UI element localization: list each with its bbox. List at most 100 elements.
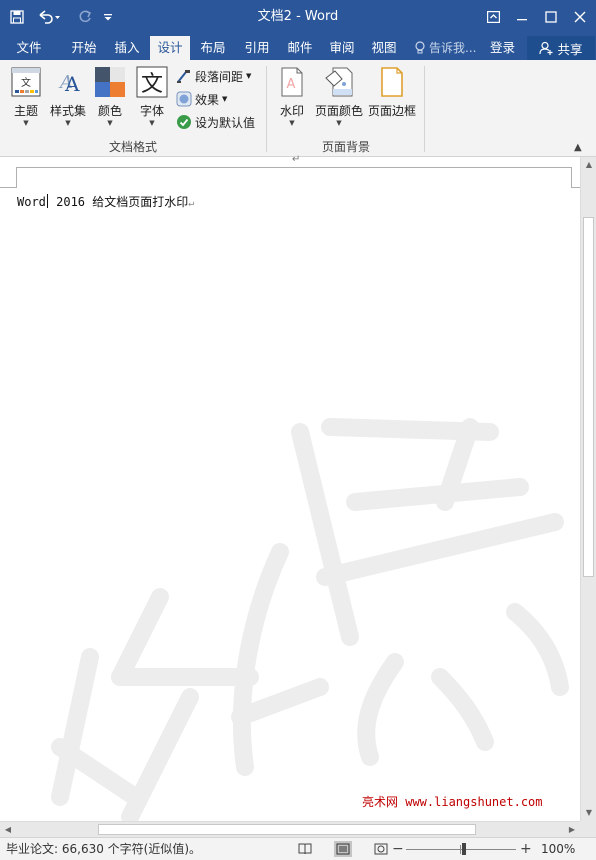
group-divider xyxy=(424,66,425,152)
redo-icon[interactable] xyxy=(74,0,96,33)
tab-references[interactable]: 引用 xyxy=(236,36,278,60)
fonts-label: 字体 xyxy=(139,104,164,118)
title-bar: 文档2 - Word xyxy=(0,0,596,33)
zoom-out-button[interactable]: − xyxy=(392,838,404,860)
collapse-ribbon-icon[interactable]: ▲ xyxy=(574,142,582,153)
web-layout-button[interactable] xyxy=(372,841,390,857)
style-set-icon: AA xyxy=(58,72,80,96)
colors-button[interactable]: 颜色 ▼ xyxy=(92,66,128,128)
paragraph-spacing-button[interactable]: 段落间距 ▼ xyxy=(176,66,251,86)
themes-icon: 文 xyxy=(11,67,41,97)
colors-label: 颜色 xyxy=(97,104,122,118)
zoom-slider-center-tick xyxy=(460,845,461,854)
chevron-down-icon: ▼ xyxy=(246,72,252,80)
chevron-down-icon: ▼ xyxy=(107,119,113,127)
svg-text:文: 文 xyxy=(21,76,31,89)
vertical-scroll-thumb[interactable] xyxy=(583,217,594,577)
text-before-cursor: Word xyxy=(17,195,46,209)
watermark-graphic xyxy=(51,418,569,821)
svg-text:文: 文 xyxy=(141,72,163,97)
vertical-scrollbar[interactable]: ▲ ▼ xyxy=(580,157,596,821)
fonts-button[interactable]: 文 字体 ▼ xyxy=(134,66,170,128)
crop-mark xyxy=(0,187,17,188)
share-button[interactable]: 共享 xyxy=(527,36,595,60)
set-as-default-label: 设为默认值 xyxy=(195,115,256,130)
zoom-slider-track[interactable] xyxy=(406,849,516,850)
tab-home[interactable]: 开始 xyxy=(62,36,106,60)
themes-button[interactable]: 文 主题 ▼ xyxy=(8,66,44,128)
word-count-status[interactable]: 毕业论文: 66,630 个字符(近似值)。 xyxy=(6,838,201,860)
minimize-button[interactable] xyxy=(507,0,537,33)
chevron-down-icon: ▼ xyxy=(149,119,155,127)
svg-text:A: A xyxy=(287,77,296,92)
book-icon xyxy=(298,843,312,855)
tab-file[interactable]: 文件 xyxy=(6,36,52,60)
page-color-button[interactable]: 页面颜色 ▼ xyxy=(312,66,366,128)
page-borders-icon xyxy=(381,67,403,97)
tab-review[interactable]: 审阅 xyxy=(322,36,362,60)
page-margin-guide xyxy=(16,167,572,168)
read-mode-button[interactable] xyxy=(296,841,314,857)
chevron-down-icon: ▼ xyxy=(222,95,228,103)
undo-icon[interactable] xyxy=(34,0,64,33)
watermark-label: 水印 xyxy=(279,104,304,118)
color-palette-icon xyxy=(95,67,125,97)
ribbon-design: 文 主题 ▼ AA 样式集 ▼ 颜色 ▼ 文 字体 ▼ 段落间距 ▼ 效果 ▼ … xyxy=(0,60,596,157)
style-set-label: 样式集 xyxy=(49,104,86,118)
save-icon[interactable] xyxy=(6,0,28,33)
watermark-icon: A xyxy=(281,67,303,97)
zoom-slider-thumb[interactable] xyxy=(462,843,466,855)
paragraph-spacing-label: 段落间距 xyxy=(195,69,244,84)
horizontal-scrollbar[interactable]: ◀ ▶ xyxy=(0,821,580,837)
tell-me-placeholder: 告诉我... xyxy=(429,41,477,55)
print-layout-icon xyxy=(336,843,350,855)
scrollbar-corner xyxy=(580,821,596,837)
window-title: 文档2 - Word xyxy=(257,9,339,24)
share-label: 共享 xyxy=(557,41,583,57)
tab-mailings[interactable]: 邮件 xyxy=(280,36,320,60)
ribbon-tabs: 文件 开始 插入 设计 布局 引用 邮件 审阅 视图 告诉我... 登录 共享 xyxy=(0,33,596,60)
effects-label: 效果 xyxy=(195,92,220,107)
page-borders-label: 页面边框 xyxy=(367,104,416,118)
sign-in-link[interactable]: 登录 xyxy=(490,36,515,60)
set-as-default-button[interactable]: 设为默认值 xyxy=(176,112,255,132)
person-add-icon xyxy=(539,41,553,55)
paragraph-mark-icon: ↵ xyxy=(188,198,195,209)
zoom-in-button[interactable]: + xyxy=(520,838,532,860)
close-button[interactable] xyxy=(565,0,595,33)
crop-mark xyxy=(571,187,580,188)
style-set-button[interactable]: AA 样式集 ▼ xyxy=(48,66,88,128)
page-borders-button[interactable]: 页面边框 xyxy=(366,66,418,118)
group-divider xyxy=(266,66,267,152)
fonts-icon: 文 xyxy=(136,66,168,98)
document-body-text[interactable]: Word 2016 给文档页面打水印↵ xyxy=(17,193,194,210)
document-canvas[interactable]: ↵ Word 2016 给文档页面打水印↵ 亮术网 www.liangshune… xyxy=(0,154,580,821)
ribbon-display-options-icon[interactable] xyxy=(478,0,508,33)
tab-insert[interactable]: 插入 xyxy=(106,36,148,60)
web-layout-icon xyxy=(374,843,388,855)
watermark-button[interactable]: A 水印 ▼ xyxy=(274,66,310,128)
scroll-up-icon[interactable]: ▲ xyxy=(581,157,596,173)
tell-me-search[interactable]: 告诉我... xyxy=(414,36,476,60)
tab-layout[interactable]: 布局 xyxy=(192,36,234,60)
effects-button[interactable]: 效果 ▼ xyxy=(176,89,227,109)
paragraph-spacing-icon xyxy=(177,70,190,83)
scroll-right-icon[interactable]: ▶ xyxy=(564,822,580,838)
scroll-down-icon[interactable]: ▼ xyxy=(581,805,596,821)
crop-mark xyxy=(16,167,17,187)
themes-label: 主题 xyxy=(13,104,38,118)
zoom-percentage[interactable]: 100% xyxy=(541,838,575,860)
customize-quick-access-icon[interactable] xyxy=(101,0,115,33)
maximize-button[interactable] xyxy=(536,0,566,33)
document-formatting-group-label: 文档格式 xyxy=(108,140,157,154)
chevron-down-icon: ▼ xyxy=(65,119,71,127)
tab-design[interactable]: 设计 xyxy=(150,36,190,60)
chevron-down-icon: ▼ xyxy=(289,119,295,127)
horizontal-scroll-thumb[interactable] xyxy=(98,824,476,835)
tab-view[interactable]: 视图 xyxy=(364,36,404,60)
paragraph-mark-icon: ↵ xyxy=(292,154,301,165)
scroll-left-icon[interactable]: ◀ xyxy=(0,822,16,838)
text-after-cursor: 2016 给文档页面打水印 xyxy=(48,195,189,209)
print-layout-button[interactable] xyxy=(334,841,352,857)
page-color-label: 页面颜色 xyxy=(314,104,363,118)
